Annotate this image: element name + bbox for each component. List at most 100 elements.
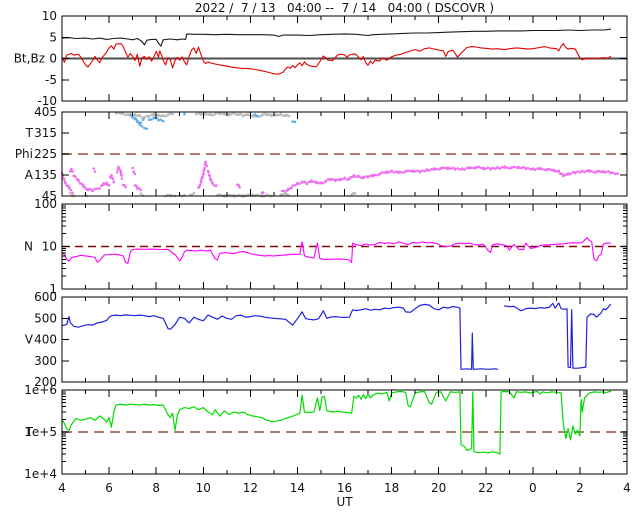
scatter-phi-angle-dots — [307, 180, 311, 184]
scatter-phi-angle-dots — [449, 167, 452, 170]
scatter-phi-angle-dots — [111, 177, 115, 181]
x-tick-label: 2 — [576, 481, 584, 495]
scatter-phi-angle-dots — [64, 181, 67, 185]
scatter-phi-angle-dots — [470, 166, 473, 170]
y-tick-label: 300 — [34, 354, 57, 368]
scatter-blue-angle-dots — [147, 118, 151, 121]
scatter-gray-angle-dots — [260, 114, 264, 117]
scatter-phi-angle-dots — [491, 166, 495, 170]
scatter-phi-angle-dots — [315, 180, 318, 184]
scatter-phi-angle-dots — [347, 178, 351, 181]
scatter-phi-angle-dots — [378, 172, 382, 176]
scatter-blue-angle-dots — [291, 120, 295, 123]
scatter-phi-angle-dots — [606, 170, 610, 173]
scatter-gray-angle-dots — [274, 113, 278, 116]
scatter-gray-angle-dots — [270, 113, 273, 117]
x-tick-label: 6 — [105, 481, 113, 495]
scatter-phi-angle-dots — [486, 166, 490, 170]
scatter-phi-angle-dots — [409, 169, 412, 173]
scatter-gray-angle-dots — [136, 114, 139, 117]
scatter-phi-angle-dots — [533, 168, 537, 171]
scatter-phi-angle-dots — [385, 170, 389, 173]
scatter-blue-angle-dots — [161, 119, 165, 123]
scatter-phi-angle-dots — [611, 171, 615, 174]
scatter-phi-angle-dots — [588, 169, 591, 172]
series-bt-line — [61, 28, 612, 47]
axis-label-t-phi-a: T — [25, 126, 34, 140]
scatter-gray-angle-dots — [279, 193, 283, 196]
scatter-phi-angle-dots — [71, 170, 74, 173]
scatter-phi-angle-dots — [484, 167, 488, 170]
scatter-phi-angle-dots — [69, 188, 73, 192]
scatter-phi-angle-dots — [526, 166, 530, 170]
scatter-phi-angle-dots — [592, 171, 596, 174]
scatter-gray-angle-dots — [124, 113, 127, 117]
scatter-gray-angle-dots — [169, 112, 172, 115]
scatter-phi-angle-dots — [439, 167, 443, 171]
series-n-line — [61, 237, 612, 264]
scatter-phi-angle-dots — [413, 170, 417, 173]
scatter-phi-angle-dots — [571, 170, 575, 174]
scatter-gray-angle-dots — [133, 113, 137, 116]
scatter-phi-angle-dots — [458, 168, 462, 171]
scatter-blue-angle-dots — [150, 118, 153, 121]
scatter-phi-angle-dots — [86, 188, 90, 192]
scatter-phi-angle-dots — [500, 165, 504, 169]
scatter-phi-angle-dots — [390, 170, 393, 173]
scatter-gray-angle-dots — [209, 113, 212, 117]
scatter-blue-angle-dots — [159, 118, 163, 122]
scatter-blue-angle-dots — [131, 116, 134, 119]
scatter-phi-angle-dots — [238, 186, 241, 189]
scatter-phi-angle-dots — [404, 170, 408, 174]
y-tick-label: 405 — [34, 105, 57, 119]
scatter-blue-angle-dots — [293, 120, 297, 124]
axis-label-bt-bz: Bt,Bz — [14, 52, 45, 66]
scatter-blue-angle-dots — [183, 112, 186, 116]
axis-label-speed-v: V — [25, 333, 34, 347]
scatter-phi-angle-dots — [590, 170, 593, 173]
scatter-phi-angle-dots — [237, 183, 240, 187]
scatter-phi-angle-dots — [352, 174, 356, 177]
scatter-phi-angle-dots — [336, 178, 339, 182]
y-tick-label: 135 — [34, 168, 57, 182]
y-tick-label: 10 — [42, 9, 57, 23]
axis-label-density-n: N — [24, 240, 33, 254]
scatter-phi-angle-dots — [569, 172, 572, 175]
scatter-phi-angle-dots — [317, 181, 320, 185]
scatter-phi-angle-dots — [524, 167, 528, 171]
scatter-phi-angle-dots — [399, 170, 403, 174]
scatter-phi-angle-dots — [202, 172, 205, 176]
scatter-phi-angle-dots — [392, 171, 396, 174]
y-tick-label: 100 — [34, 197, 57, 211]
scatter-phi-angle-dots — [446, 166, 450, 169]
scatter-phi-angle-dots — [453, 168, 457, 171]
scatter-phi-angle-dots — [198, 183, 202, 187]
scatter-phi-angle-dots — [465, 166, 469, 170]
scatter-gray-angle-dots — [161, 114, 165, 118]
scatter-phi-angle-dots — [552, 168, 556, 172]
scatter-phi-angle-dots — [510, 166, 513, 170]
scatter-gray-angle-dots — [218, 193, 221, 196]
scatter-phi-angle-dots — [89, 187, 92, 191]
x-tick-label: 18 — [384, 481, 399, 495]
scatter-phi-angle-dots — [496, 166, 499, 170]
y-tick-label: 225 — [34, 147, 57, 161]
scatter-phi-angle-dots — [508, 167, 511, 170]
scatter-phi-angle-dots — [262, 191, 265, 194]
scatter-phi-angle-dots — [293, 184, 297, 187]
scatter-gray-angle-dots — [166, 113, 170, 117]
x-tick-label: 0 — [529, 481, 537, 495]
scatter-phi-angle-dots — [472, 166, 476, 170]
scatter-phi-angle-dots — [298, 182, 302, 185]
scatter-phi-angle-dots — [581, 170, 584, 173]
scatter-phi-angle-dots — [296, 182, 299, 186]
scatter-phi-angle-dots — [77, 179, 80, 183]
scatter-phi-angle-dots — [305, 182, 309, 186]
scatter-phi-angle-dots — [203, 166, 206, 170]
scatter-gray-angle-dots — [353, 192, 357, 195]
scatter-phi-angle-dots — [515, 166, 518, 169]
scatter-phi-angle-dots — [538, 166, 542, 170]
scatter-phi-angle-dots — [131, 166, 134, 170]
scatter-phi-angle-dots — [548, 167, 551, 171]
x-axis-title: UT — [336, 495, 353, 509]
